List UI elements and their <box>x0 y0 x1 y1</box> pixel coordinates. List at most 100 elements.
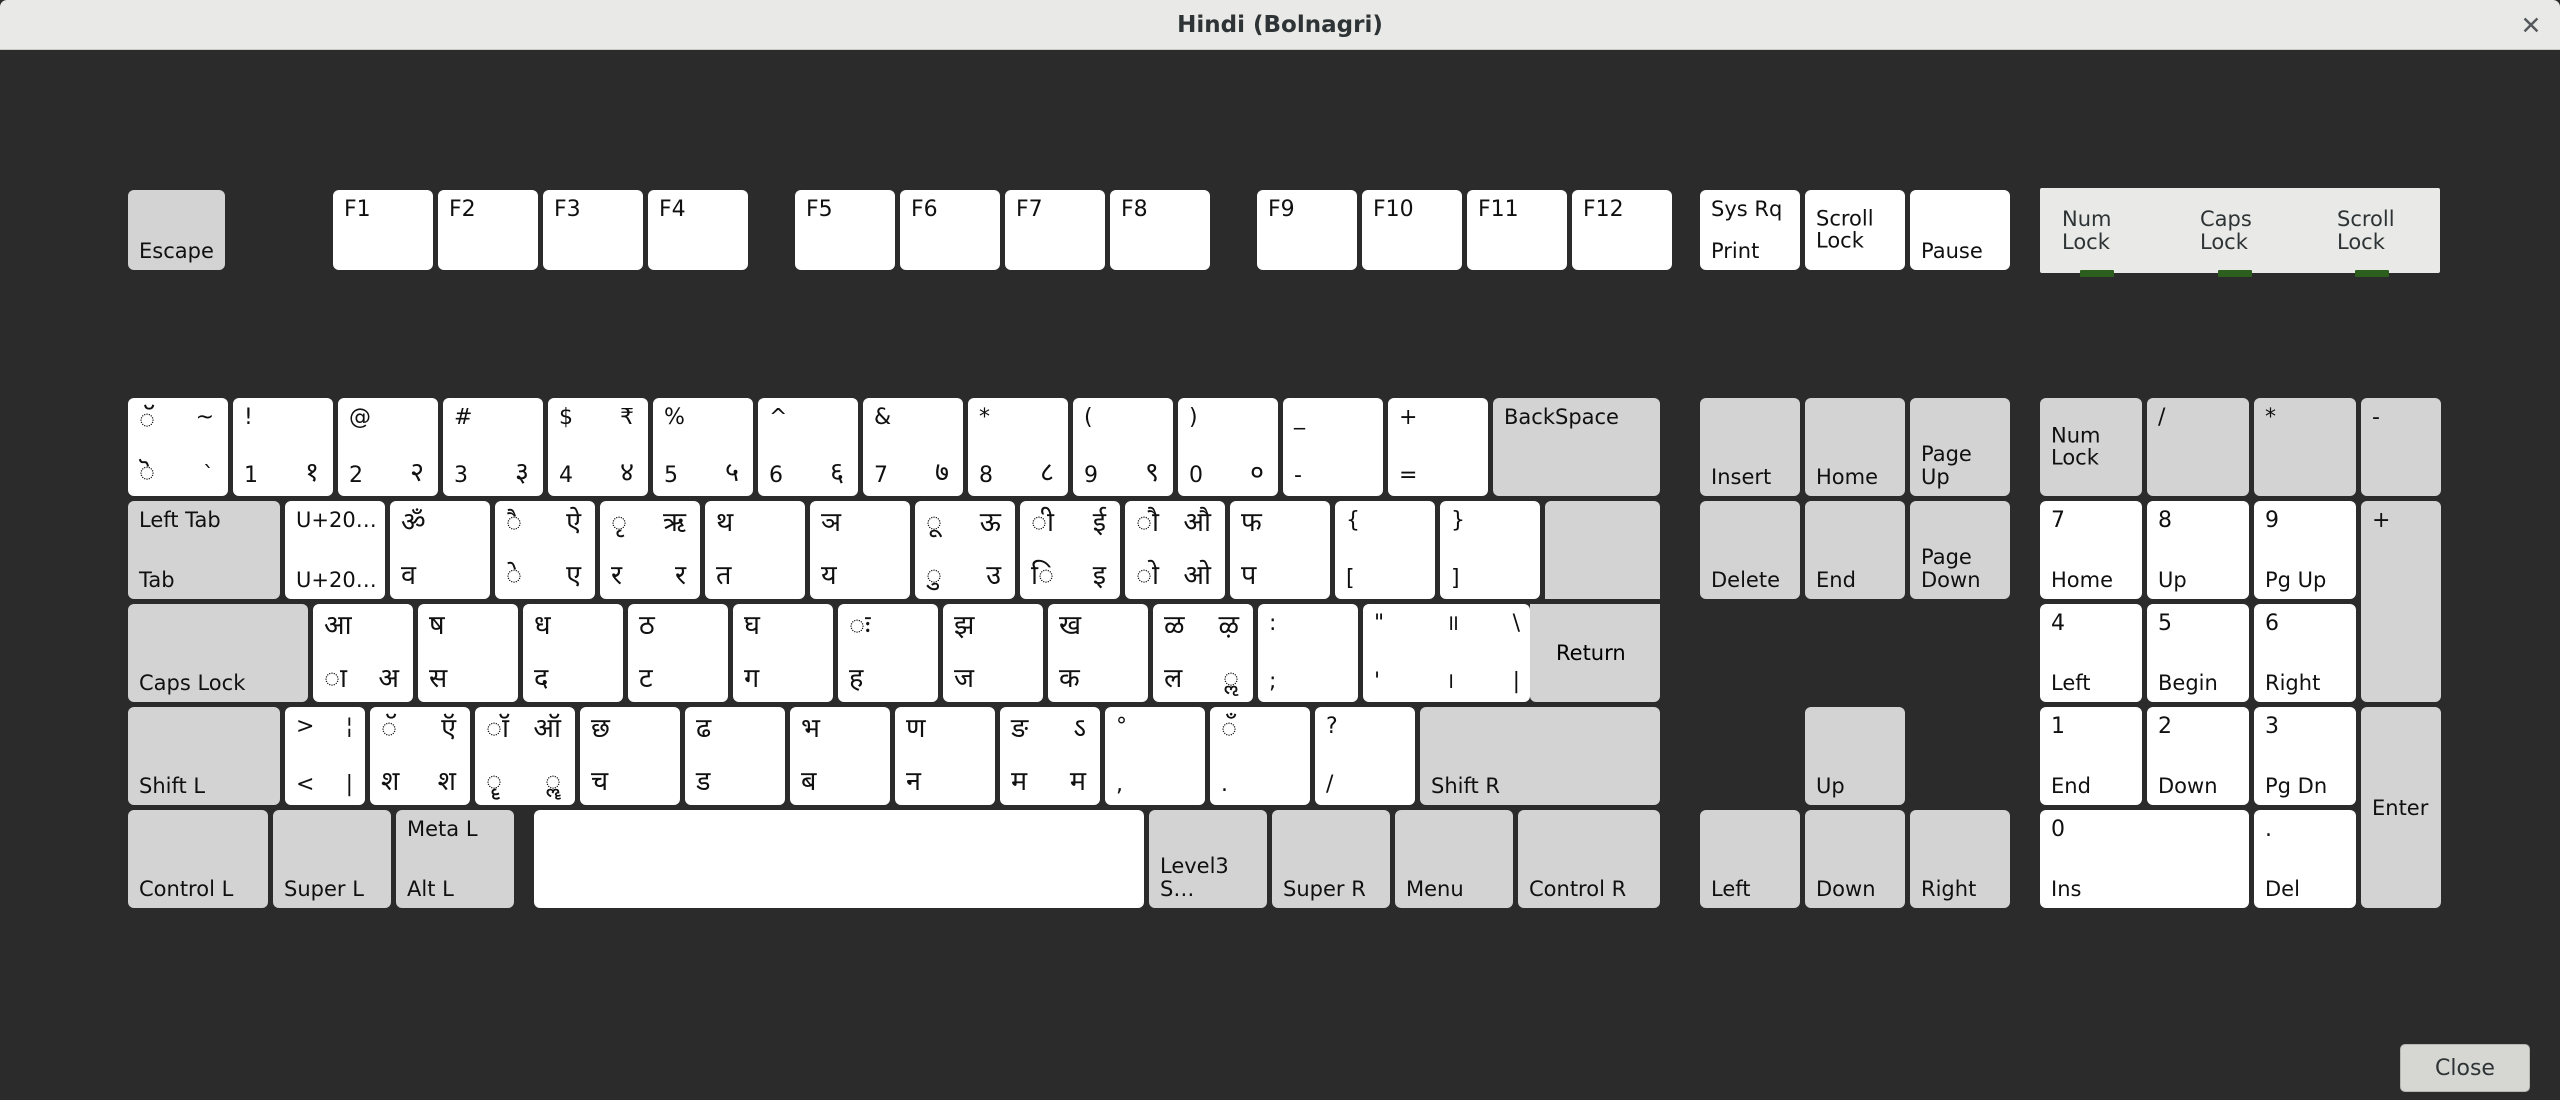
key-numpad-subtract[interactable]: - <box>2361 398 2441 496</box>
key-d[interactable]: ध द <box>523 604 623 702</box>
key-q[interactable]: U+20… U+20… <box>285 501 385 599</box>
key-shift-left[interactable]: Shift L <box>128 707 280 805</box>
key-7[interactable]: & 7 ७ <box>863 398 963 496</box>
key-page-down[interactable]: Page Down <box>1910 501 2010 599</box>
key-left-bracket[interactable]: { [ <box>1335 501 1435 599</box>
key-control-right[interactable]: Control R <box>1518 810 1660 908</box>
key-r[interactable]: ◌ृ ऋ र र <box>600 501 700 599</box>
key-l[interactable]: ळ ऴ ल ◌ॢ <box>1153 604 1253 702</box>
key-grave[interactable]: ◌ॅ ~ ◌ॆ ` <box>128 398 228 496</box>
key-f2[interactable]: F2 <box>438 190 538 270</box>
key-0[interactable]: ) 0 ० <box>1178 398 1278 496</box>
key-numpad-9[interactable]: 9 Pg Up <box>2254 501 2356 599</box>
key-numpad-numlock[interactable]: Num Lock <box>2040 398 2142 496</box>
key-e[interactable]: ◌ै ऐ ◌े ए <box>495 501 595 599</box>
key-end[interactable]: End <box>1805 501 1905 599</box>
key-pause[interactable]: Pause <box>1910 190 2010 270</box>
key-f12[interactable]: F12 <box>1572 190 1672 270</box>
key-numpad-1[interactable]: 1 End <box>2040 707 2142 805</box>
key-backspace[interactable]: BackSpace <box>1493 398 1660 496</box>
key-less-greater[interactable]: > ¦ < | <box>285 707 365 805</box>
key-backslash[interactable]: ॥ \ । | <box>1435 604 1530 702</box>
key-semicolon[interactable]: : ; <box>1258 604 1358 702</box>
key-2[interactable]: @ 2 २ <box>338 398 438 496</box>
key-b[interactable]: भ ब <box>790 707 890 805</box>
key-f[interactable]: ठ ट <box>628 604 728 702</box>
key-numpad-decimal[interactable]: . Del <box>2254 810 2356 908</box>
key-right-bracket[interactable]: } ] <box>1440 501 1540 599</box>
key-x[interactable]: ◌ॉ ऑ ◌ॄ ◌ॣ <box>475 707 575 805</box>
key-arrow-right[interactable]: Right <box>1910 810 2010 908</box>
key-s[interactable]: ष स <box>418 604 518 702</box>
key-f6[interactable]: F6 <box>900 190 1000 270</box>
key-f10[interactable]: F10 <box>1362 190 1462 270</box>
key-arrow-up[interactable]: Up <box>1805 707 1905 805</box>
key-c[interactable]: छ च <box>580 707 680 805</box>
key-super-right[interactable]: Super R <box>1272 810 1390 908</box>
key-numpad-divide[interactable]: / <box>2147 398 2249 496</box>
key-numpad-2[interactable]: 2 Down <box>2147 707 2249 805</box>
key-g[interactable]: घ ग <box>733 604 833 702</box>
key-numpad-0[interactable]: 0 Ins <box>2040 810 2249 908</box>
key-j[interactable]: झ ज <box>943 604 1043 702</box>
key-8[interactable]: * 8 ८ <box>968 398 1068 496</box>
key-numpad-8[interactable]: 8 Up <box>2147 501 2249 599</box>
key-return[interactable]: Return <box>1530 604 1660 702</box>
key-scroll-lock[interactable]: Scroll Lock <box>1805 190 1905 270</box>
key-arrow-down[interactable]: Down <box>1805 810 1905 908</box>
key-i[interactable]: ◌ी ई ◌ि इ <box>1020 501 1120 599</box>
key-caps-lock[interactable]: Caps Lock <box>128 604 308 702</box>
key-shift-right[interactable]: Shift R <box>1420 707 1660 805</box>
key-9[interactable]: ( 9 ९ <box>1073 398 1173 496</box>
key-arrow-left[interactable]: Left <box>1700 810 1800 908</box>
key-escape[interactable]: Escape <box>128 190 225 270</box>
key-v[interactable]: ढ ड <box>685 707 785 805</box>
key-menu[interactable]: Menu <box>1395 810 1513 908</box>
key-numpad-4[interactable]: 4 Left <box>2040 604 2142 702</box>
key-h[interactable]: ◌ः ह <box>838 604 938 702</box>
key-equal[interactable]: + = <box>1388 398 1488 496</box>
key-space[interactable] <box>534 810 1144 908</box>
key-f1[interactable]: F1 <box>333 190 433 270</box>
key-f7[interactable]: F7 <box>1005 190 1105 270</box>
key-delete[interactable]: Delete <box>1700 501 1800 599</box>
key-4[interactable]: $ ₹ 4 ४ <box>548 398 648 496</box>
key-alt-left[interactable]: Meta L Alt L <box>396 810 514 908</box>
key-numpad-multiply[interactable]: * <box>2254 398 2356 496</box>
key-minus[interactable]: _ - <box>1283 398 1383 496</box>
key-home[interactable]: Home <box>1805 398 1905 496</box>
key-numpad-3[interactable]: 3 Pg Dn <box>2254 707 2356 805</box>
key-f9[interactable]: F9 <box>1257 190 1357 270</box>
key-numpad-6[interactable]: 6 Right <box>2254 604 2356 702</box>
close-icon[interactable]: ✕ <box>2516 10 2546 40</box>
key-numpad-add[interactable]: + <box>2361 501 2441 702</box>
key-1[interactable]: ! 1 १ <box>233 398 333 496</box>
key-n[interactable]: ण न <box>895 707 995 805</box>
key-f5[interactable]: F5 <box>795 190 895 270</box>
key-f4[interactable]: F4 <box>648 190 748 270</box>
key-o[interactable]: ◌ौ औ ◌ो ओ <box>1125 501 1225 599</box>
key-control-left[interactable]: Control L <box>128 810 268 908</box>
key-slash[interactable]: ? / <box>1315 707 1415 805</box>
key-level3-shift[interactable]: Level3 S… <box>1149 810 1267 908</box>
key-y[interactable]: ञ य <box>810 501 910 599</box>
close-button[interactable]: Close <box>2400 1044 2530 1092</box>
key-z[interactable]: ◌ॅ ऍ श श <box>370 707 470 805</box>
key-u[interactable]: ◌ू ऊ ◌ु उ <box>915 501 1015 599</box>
key-f8[interactable]: F8 <box>1110 190 1210 270</box>
key-w[interactable]: ॐ व <box>390 501 490 599</box>
key-a[interactable]: आ ◌ा अ <box>313 604 413 702</box>
key-numpad-7[interactable]: 7 Home <box>2040 501 2142 599</box>
key-page-up[interactable]: Page Up <box>1910 398 2010 496</box>
key-sysrq-print[interactable]: Sys Rq Print <box>1700 190 1800 270</box>
key-period[interactable]: ◌ँ . <box>1210 707 1310 805</box>
key-f11[interactable]: F11 <box>1467 190 1567 270</box>
key-numpad-5[interactable]: 5 Begin <box>2147 604 2249 702</box>
key-k[interactable]: ख क <box>1048 604 1148 702</box>
key-tab[interactable]: Left Tab Tab <box>128 501 280 599</box>
key-comma[interactable]: ° , <box>1105 707 1205 805</box>
key-return-upper[interactable] <box>1545 501 1660 599</box>
key-super-left[interactable]: Super L <box>273 810 391 908</box>
key-5[interactable]: % 5 ५ <box>653 398 753 496</box>
key-6[interactable]: ^ 6 ६ <box>758 398 858 496</box>
